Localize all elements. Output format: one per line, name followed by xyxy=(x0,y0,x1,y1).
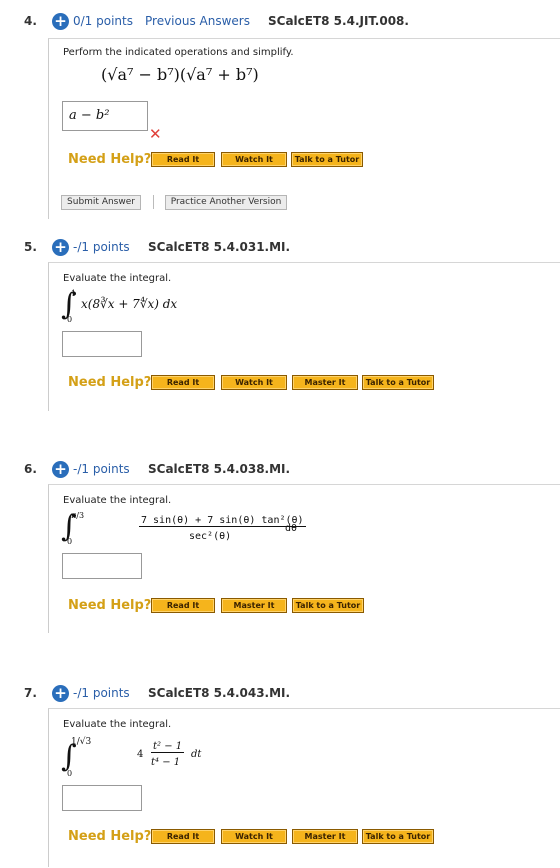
answer-input[interactable]: a − b² xyxy=(62,101,148,131)
question-id: SCalcET8 5.4.043.MI. xyxy=(148,686,291,700)
practice-another-version-button[interactable]: Practice Another Version xyxy=(165,195,287,210)
integrand: x(8∛x + 7∜x) dx xyxy=(81,297,178,311)
read-it-button[interactable]: Read It xyxy=(151,598,215,613)
question-id: SCalcET8 5.4.JIT.008. xyxy=(268,14,409,28)
master-it-button[interactable]: Master It xyxy=(292,375,358,390)
numerator: 7 sin(θ) + 7 sin(θ) tan²(θ) xyxy=(139,515,306,527)
master-it-button[interactable]: Master It xyxy=(221,598,287,613)
need-help-label: Need Help? xyxy=(68,375,152,390)
question-body: Evaluate the integral. ∫ 1 0 x(8∛x + 7∜x… xyxy=(48,262,560,411)
question-id: SCalcET8 5.4.031.MI. xyxy=(148,240,291,254)
prompt-text: Evaluate the integral. xyxy=(63,273,172,284)
plus-circle-icon[interactable]: + xyxy=(52,685,69,702)
denominator: t⁴ − 1 xyxy=(151,757,181,768)
master-it-button[interactable]: Master It xyxy=(292,829,358,844)
points-link[interactable]: -/1 points xyxy=(73,240,130,254)
read-it-button[interactable]: Read It xyxy=(151,375,215,390)
question-header: 4. + 0/1 points Previous Answers SCalcET… xyxy=(0,6,560,36)
question-header: 6. + -/1 points SCalcET8 5.4.038.MI. xyxy=(0,454,560,484)
upper-limit: π/3 xyxy=(71,511,85,520)
plus-circle-icon[interactable]: + xyxy=(52,239,69,256)
coefficient: 4 xyxy=(137,749,144,760)
talk-to-tutor-button[interactable]: Talk to a Tutor xyxy=(362,375,434,390)
question-id: SCalcET8 5.4.038.MI. xyxy=(148,462,291,476)
prompt-text: Evaluate the integral. xyxy=(63,495,172,506)
divider xyxy=(153,195,154,209)
need-help-label: Need Help? xyxy=(68,152,152,167)
watch-it-button[interactable]: Watch It xyxy=(221,829,287,844)
question-number: 7. xyxy=(24,686,37,700)
question-number: 4. xyxy=(24,14,37,28)
talk-to-tutor-button[interactable]: Talk to a Tutor xyxy=(291,152,363,167)
points-link[interactable]: -/1 points xyxy=(73,686,130,700)
submit-answer-button[interactable]: Submit Answer xyxy=(61,195,141,210)
x-mark-icon: ✕ xyxy=(149,125,162,143)
plus-circle-icon[interactable]: + xyxy=(52,461,69,478)
question-body: Evaluate the integral. ∫ 1/√3 0 4 t² − 1… xyxy=(48,708,560,867)
previous-answers-link[interactable]: Previous Answers xyxy=(145,14,250,28)
lower-limit: 0 xyxy=(67,537,73,546)
read-it-button[interactable]: Read It xyxy=(151,829,215,844)
prompt-text: Perform the indicated operations and sim… xyxy=(63,47,294,58)
expression: (√a⁷ − b⁷)(√a⁷ + b⁷) xyxy=(101,65,259,84)
need-help-label: Need Help? xyxy=(68,598,152,613)
lower-limit: 0 xyxy=(67,315,73,324)
talk-to-tutor-button[interactable]: Talk to a Tutor xyxy=(362,829,434,844)
answer-value: a − b² xyxy=(69,108,110,123)
differential: dθ xyxy=(285,523,298,534)
points-link[interactable]: -/1 points xyxy=(73,462,130,476)
points-link[interactable]: 0/1 points xyxy=(73,14,133,28)
read-it-button[interactable]: Read It xyxy=(151,152,215,167)
question-body: Evaluate the integral. ∫ π/3 0 7 sin(θ) … xyxy=(48,484,560,633)
plus-circle-icon[interactable]: + xyxy=(52,13,69,30)
lower-limit: 0 xyxy=(67,769,73,778)
prompt-text: Evaluate the integral. xyxy=(63,719,172,730)
question-header: 7. + -/1 points SCalcET8 5.4.043.MI. xyxy=(0,678,560,708)
upper-limit: 1/√3 xyxy=(71,737,92,747)
numerator: t² − 1 xyxy=(151,741,185,753)
watch-it-button[interactable]: Watch It xyxy=(221,152,287,167)
differential: dt xyxy=(191,749,202,760)
question-number: 5. xyxy=(24,240,37,254)
watch-it-button[interactable]: Watch It xyxy=(221,375,287,390)
answer-input[interactable] xyxy=(62,785,142,811)
question-header: 5. + -/1 points SCalcET8 5.4.031.MI. xyxy=(0,232,560,262)
need-help-label: Need Help? xyxy=(68,829,152,844)
question-body: Perform the indicated operations and sim… xyxy=(48,38,560,219)
question-number: 6. xyxy=(24,462,37,476)
talk-to-tutor-button[interactable]: Talk to a Tutor xyxy=(292,598,364,613)
answer-input[interactable] xyxy=(62,331,142,357)
upper-limit: 1 xyxy=(71,289,77,298)
answer-input[interactable] xyxy=(62,553,142,579)
denominator: sec²(θ) xyxy=(189,531,232,542)
